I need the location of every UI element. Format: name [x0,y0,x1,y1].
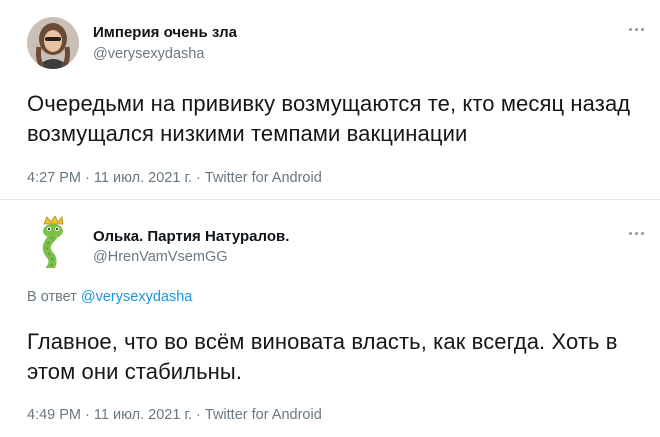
tweet-date[interactable]: 11 июл. 2021 г. [94,407,192,423]
tweet-text: Главное, что во всём виновата власть, ка… [27,329,618,384]
more-options-icon[interactable] [628,25,646,35]
meta-separator: · [196,407,201,423]
tweet-card: Олька. Партия Натуралов. @HrenVamVsemGG … [0,200,660,437]
reply-context: В ответ @verysexydasha [27,289,192,305]
meta-separator: · [85,170,90,186]
tweet-meta: 4:49 PM · 11 июл. 2021 г. · Twitter for … [27,407,322,423]
author-name[interactable]: Империя очень зла [93,24,237,41]
tweet-meta: 4:27 PM · 11 июл. 2021 г. · Twitter for … [27,170,322,186]
avatar[interactable] [27,17,79,69]
tweet-date[interactable]: 11 июл. 2021 г. [94,170,192,186]
meta-separator: · [85,407,90,423]
tweet-time[interactable]: 4:27 PM [27,170,81,186]
tweet-time[interactable]: 4:49 PM [27,407,81,423]
reply-prefix: В ответ [27,289,77,305]
avatar-snake-crown-icon [42,216,64,268]
author-handle[interactable]: @verysexydasha [93,46,204,62]
tweet-source[interactable]: Twitter for Android [205,170,322,186]
tweet-text: Очередьми на прививку возмущаются те, кт… [27,91,631,146]
avatar-photo-icon [27,17,79,69]
author-handle[interactable]: @HrenVamVsemGG [93,249,228,265]
tweet-card: Империя очень зла @verysexydasha Очередь… [0,0,660,199]
author-name[interactable]: Олька. Партия Натуралов. [93,228,289,245]
tweet-source[interactable]: Twitter for Android [205,407,322,423]
avatar[interactable] [27,216,79,268]
reply-to-link[interactable]: @verysexydasha [81,289,192,305]
more-options-icon[interactable] [628,229,646,239]
meta-separator: · [196,170,201,186]
